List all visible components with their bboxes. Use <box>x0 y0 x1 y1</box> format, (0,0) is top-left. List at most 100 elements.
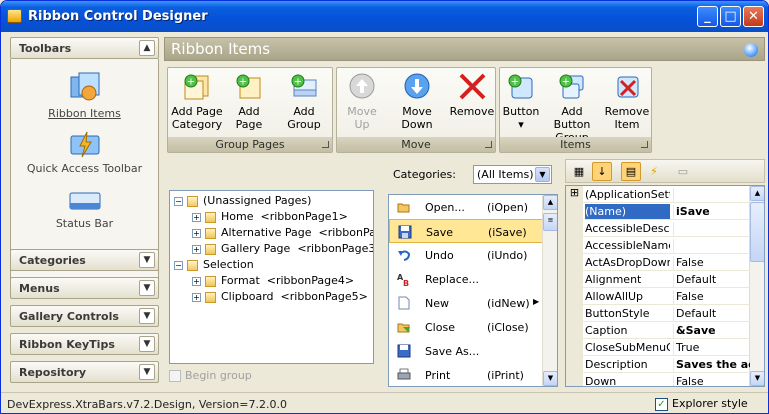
move-up-button[interactable]: Move Up <box>339 72 385 131</box>
nav-item-quick-access-toolbar[interactable]: Quick Access Toolbar <box>11 130 158 175</box>
property-value[interactable]: False <box>673 256 750 270</box>
events-lightning-icon[interactable]: ⚡ <box>644 162 664 181</box>
chevron-up-icon[interactable]: ▲ <box>139 40 155 56</box>
property-row[interactable]: Down False <box>566 373 750 386</box>
property-value[interactable]: True <box>673 341 750 355</box>
expand-icon[interactable]: + <box>192 292 201 302</box>
tree-node-clipboard[interactable]: + Clipboard <ribbonPage5> <box>192 290 368 303</box>
navgroup-menus[interactable]: Menus ▼ <box>10 277 159 299</box>
navgroup-repository[interactable]: Repository ▼ <box>10 361 159 383</box>
scroll-up-icon[interactable]: ▲ <box>543 195 557 210</box>
scroll-thumb[interactable]: ≡ <box>543 213 557 231</box>
tree-node-format[interactable]: + Format <ribbonPage4> <box>192 274 354 287</box>
chevron-down-icon[interactable]: ▼ <box>535 167 550 182</box>
property-value[interactable] <box>673 239 750 253</box>
add-group-button[interactable]: + Add Group <box>276 72 332 131</box>
list-item[interactable]: Close (iClose) <box>389 315 543 339</box>
chevron-down-icon[interactable]: ▼ <box>139 364 155 380</box>
tree-node-unassigned-pages[interactable]: − (Unassigned Pages) <box>174 194 311 207</box>
expand-icon[interactable]: + <box>192 244 201 254</box>
tree-node-alternative-page[interactable]: + Alternative Page <ribbonPage <box>192 226 373 239</box>
navgroup-toolbars[interactable]: Toolbars ▲ <box>10 37 159 59</box>
dialog-launcher-icon[interactable] <box>322 141 329 148</box>
property-row[interactable]: ButtonStyle Default <box>566 305 750 322</box>
add-button-dropdown[interactable]: + Button ▾ <box>502 72 540 131</box>
property-row[interactable]: AccessibleName <box>566 237 750 254</box>
property-pages-icon[interactable]: ▭ <box>673 162 693 181</box>
navgroup-gallery-controls[interactable]: Gallery Controls ▼ <box>10 305 159 327</box>
pages-tree[interactable]: − (Unassigned Pages) + Home <ribbonPage1> … <box>169 190 374 364</box>
move-down-button[interactable]: Move Down <box>387 72 447 131</box>
checkbox-box[interactable] <box>169 370 181 382</box>
property-value[interactable]: Saves the ac <box>673 358 750 372</box>
chevron-down-icon[interactable]: ▼ <box>139 336 155 352</box>
property-row[interactable]: AllowAllUp False <box>566 288 750 305</box>
tree-node-selection[interactable]: − Selection <box>174 258 254 271</box>
property-value[interactable]: Default <box>673 273 750 287</box>
add-button-group-button[interactable]: + Add Button Group <box>542 72 602 144</box>
property-row[interactable]: (Name) iSave <box>566 203 750 220</box>
navgroup-ribbon-keytips[interactable]: Ribbon KeyTips ▼ <box>10 333 159 355</box>
property-value[interactable] <box>673 222 750 236</box>
minimize-button[interactable]: _ <box>697 6 718 27</box>
property-grid[interactable]: ▲ ▼ ⊞(ApplicationSettin(Name)iSaveAccess… <box>565 185 765 387</box>
alphabetical-sort-icon[interactable]: ↓ <box>592 162 612 181</box>
add-page-button[interactable]: + Add Page <box>224 72 274 131</box>
collapse-icon[interactable]: − <box>174 260 183 270</box>
list-item[interactable]: Save As... <box>389 339 543 363</box>
properties-scrollbar[interactable]: ▲ ▼ <box>749 186 764 386</box>
tree-node-gallery-page[interactable]: + Gallery Page <ribbonPage3> <box>192 242 373 255</box>
chevron-down-icon[interactable]: ▼ <box>139 308 155 324</box>
begin-group-checkbox[interactable]: Begin group <box>169 369 252 382</box>
close-button[interactable]: ✕ <box>743 6 764 27</box>
list-item-selected[interactable]: Save (iSave) <box>389 219 543 243</box>
property-row[interactable]: AccessibleDescrip <box>566 220 750 237</box>
list-item[interactable]: Open... (iOpen) <box>389 195 543 219</box>
add-page-category-button[interactable]: + Add Page Category <box>171 72 223 131</box>
pane-splitter[interactable] <box>379 156 384 387</box>
expand-icon[interactable]: ⊞ <box>566 186 583 203</box>
items-list[interactable]: Open... (iOpen) Save (iSave) Undo (iUndo) A… <box>388 194 558 387</box>
property-value[interactable]: False <box>673 375 750 386</box>
categories-select[interactable]: (All Items) ▼ <box>473 165 552 184</box>
navgroup-categories[interactable]: Categories ▼ <box>10 249 159 271</box>
property-value[interactable]: iSave <box>673 205 750 219</box>
scroll-down-icon[interactable]: ▼ <box>543 371 557 386</box>
dialog-launcher-icon[interactable] <box>485 141 492 148</box>
property-row[interactable]: CloseSubMenuOnTrue <box>566 339 750 356</box>
explorer-style-checkbox[interactable]: ✓ Explorer style <box>655 397 748 411</box>
property-row[interactable]: Alignment Default <box>566 271 750 288</box>
property-value[interactable]: False <box>673 290 750 304</box>
properties-icon[interactable]: ▤ <box>621 162 641 181</box>
nav-item-ribbon-items[interactable]: Ribbon Items <box>11 71 158 120</box>
property-row[interactable]: ⊞(ApplicationSettin <box>566 186 750 203</box>
property-value[interactable]: &Save <box>673 324 750 338</box>
remove-button[interactable]: Remove <box>449 72 495 118</box>
chevron-down-icon[interactable]: ▼ <box>139 280 155 296</box>
list-item[interactable]: New (idNew) ▶ <box>389 291 543 315</box>
property-row[interactable]: Caption &Save <box>566 322 750 339</box>
nav-item-status-bar[interactable]: Status Bar <box>11 191 158 230</box>
property-row[interactable]: ActAsDropDown False <box>566 254 750 271</box>
list-item[interactable]: AB Replace... <box>389 267 543 291</box>
property-value[interactable]: Default <box>673 307 750 321</box>
checkmark-icon[interactable]: ✓ <box>655 397 668 411</box>
help-orb-icon[interactable] <box>744 43 758 57</box>
chevron-down-icon[interactable]: ▼ <box>139 252 155 268</box>
categorized-icon[interactable]: ▦ <box>569 162 589 181</box>
list-item[interactable]: Print (iPrint) <box>389 363 543 386</box>
scroll-thumb[interactable] <box>750 202 764 262</box>
list-item[interactable]: Undo (iUndo) <box>389 243 543 267</box>
dialog-launcher-icon[interactable] <box>641 141 648 148</box>
scroll-up-icon[interactable]: ▲ <box>750 186 764 201</box>
maximize-button[interactable]: □ <box>720 6 741 27</box>
tree-node-home[interactable]: + Home <ribbonPage1> <box>192 210 348 223</box>
remove-item-button[interactable]: Remove Item <box>604 72 650 131</box>
scroll-down-icon[interactable]: ▼ <box>750 371 764 386</box>
expand-icon[interactable]: + <box>192 212 201 222</box>
collapse-icon[interactable]: − <box>174 196 183 206</box>
property-row[interactable]: Description Saves the ac <box>566 356 750 373</box>
expand-icon[interactable]: + <box>192 228 201 238</box>
title-bar[interactable]: Ribbon Control Designer _ □ ✕ <box>1 1 768 32</box>
expand-icon[interactable]: + <box>192 276 201 286</box>
